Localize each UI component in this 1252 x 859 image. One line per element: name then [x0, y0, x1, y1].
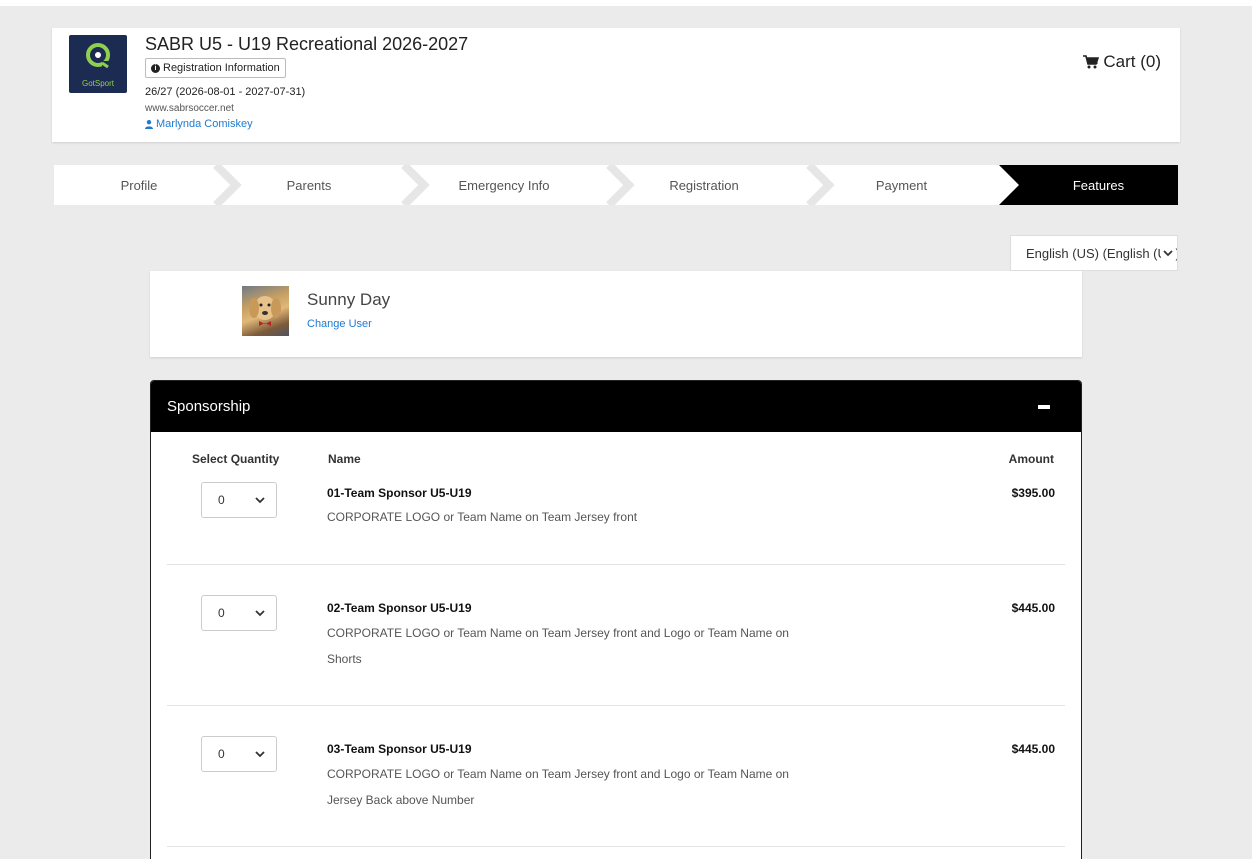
quantity-value: 0 [218, 493, 225, 507]
account-user-name: Marlynda Comiskey [156, 118, 253, 130]
sponsorship-title: Sponsorship [167, 398, 251, 415]
club-website: www.sabrsoccer.net [145, 103, 234, 114]
chevron-down-icon [255, 497, 265, 504]
step-payment[interactable]: Payment [814, 165, 989, 205]
registration-info-label: Registration Information [163, 62, 280, 74]
item-description: CORPORATE LOGO or Team Name on Team Jers… [327, 626, 789, 666]
info-icon: i [151, 63, 160, 73]
item-amount: $445.00 [1011, 601, 1055, 615]
item-name: 02-Team Sponsor U5-U19 [327, 601, 472, 615]
language-select[interactable]: English (US) (English (US)) [1010, 235, 1178, 271]
language-value: English (US) (English (US)) [1026, 245, 1178, 261]
collapse-icon[interactable] [1038, 405, 1050, 409]
avatar-photo [249, 296, 281, 326]
change-user-link[interactable]: Change User [307, 318, 372, 330]
logo-text: GotSport [81, 79, 114, 88]
participant-card: Sunny Day Change User [150, 271, 1082, 357]
quantity-value: 0 [218, 747, 225, 761]
gotsport-logo[interactable]: GotSport [69, 35, 127, 93]
item-amount: $445.00 [1011, 742, 1055, 756]
sponsorship-panel: Sponsorship Select Quantity Name Amount … [150, 380, 1082, 859]
step-emergency-info[interactable]: Emergency Info [409, 165, 599, 205]
registration-info-button[interactable]: i Registration Information [145, 58, 286, 78]
item-description: CORPORATE LOGO or Team Name on Team Jers… [327, 510, 638, 524]
event-title: SABR U5 - U19 Recreational 2026-2027 [145, 34, 469, 54]
gotsport-logo-icon [86, 43, 110, 69]
step-registration[interactable]: Registration [614, 165, 794, 205]
step-profile[interactable]: Profile [54, 165, 224, 205]
quantity-select[interactable]: 0 [201, 595, 277, 631]
step-parents[interactable]: Parents [224, 165, 394, 205]
season-dates: 26/27 (2026-08-01 - 2027-07-31) [145, 86, 306, 98]
sponsorship-item: 0 02-Team Sponsor U5-U19 CORPORATE LOGO … [167, 565, 1065, 706]
sponsorship-item: 0 01-Team Sponsor U5-U19 CORPORATE LOGO … [167, 424, 1065, 565]
event-header: GotSport SABR U5 - U19 Recreational 2026… [52, 28, 1180, 142]
sponsorship-item: 0 03-Team Sponsor U5-U19 CORPORATE LOGO … [167, 706, 1065, 847]
item-description: CORPORATE LOGO or Team Name on Team Jers… [327, 767, 789, 807]
cart-icon [1083, 55, 1100, 69]
chevron-down-icon [255, 751, 265, 758]
step-features[interactable]: Features [1019, 165, 1178, 205]
quantity-value: 0 [218, 606, 225, 620]
chevron-down-icon [255, 610, 265, 617]
quantity-select[interactable]: 0 [201, 736, 277, 772]
participant-name: Sunny Day [307, 290, 391, 309]
cart-label: Cart (0) [1103, 52, 1161, 71]
user-icon [145, 119, 153, 129]
chevron-down-icon [1161, 247, 1175, 259]
registration-steps: Profile Parents Emergency Info Registrat… [54, 165, 1178, 205]
item-name: 03-Team Sponsor U5-U19 [327, 742, 472, 756]
item-amount: $395.00 [1011, 486, 1055, 500]
account-user-link[interactable]: Marlynda Comiskey [145, 118, 253, 130]
avatar [242, 286, 289, 336]
cart-button[interactable]: Cart (0) [1083, 52, 1161, 72]
top-strip [0, 0, 1252, 6]
quantity-select[interactable]: 0 [201, 482, 277, 518]
item-name: 01-Team Sponsor U5-U19 [327, 486, 472, 500]
